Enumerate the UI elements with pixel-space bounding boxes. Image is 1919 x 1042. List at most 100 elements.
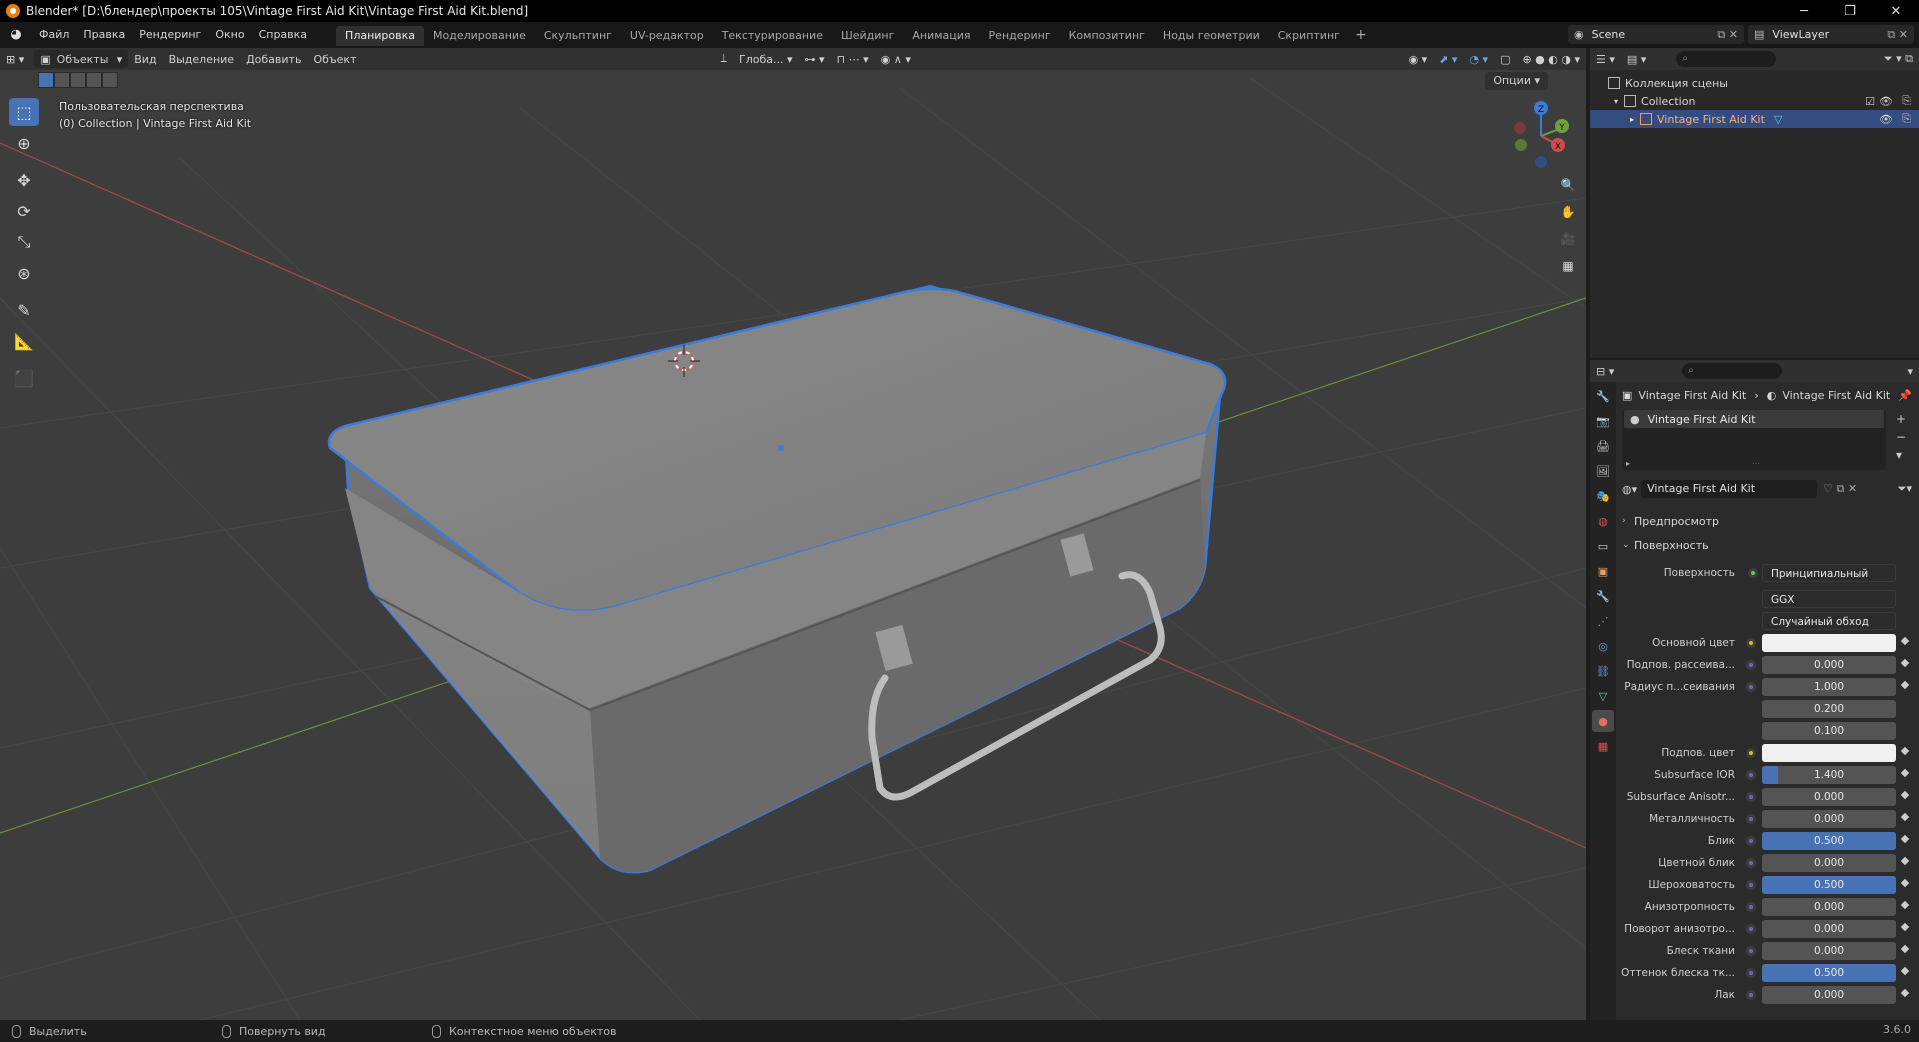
outliner-row-collection[interactable]: ▾ Collection ☑ 👁 ⎘: [1590, 92, 1919, 110]
eye-icon[interactable]: 👁: [1879, 95, 1893, 108]
chevron-right-icon[interactable]: ▸: [1630, 115, 1634, 124]
transform-orientation-dropdown[interactable]: Глоба... ▾: [733, 50, 799, 68]
keyframe-icon[interactable]: [1900, 944, 1910, 954]
socket-icon[interactable]: [1746, 902, 1756, 912]
add-workspace-button[interactable]: +: [1349, 27, 1373, 43]
socket-icon[interactable]: [1746, 814, 1756, 824]
socket-icon[interactable]: [1746, 836, 1756, 846]
keyframe-icon[interactable]: [1900, 680, 1910, 690]
subsurface-method-dropdown[interactable]: Случайный обход: [1762, 612, 1896, 630]
menu-window[interactable]: Окно: [208, 22, 251, 48]
tab-sculpting[interactable]: Скульптинг: [535, 26, 621, 46]
select-box-icon[interactable]: ⬚: [9, 98, 39, 126]
pan-hand-icon[interactable]: ✋: [1557, 201, 1579, 223]
value-slider[interactable]: 1.400: [1762, 766, 1896, 784]
overlay-toggle-icon[interactable]: ◔ ▾: [1463, 50, 1494, 68]
value-slider[interactable]: 0.000: [1762, 942, 1896, 960]
menu-view[interactable]: Вид: [128, 50, 162, 68]
value-slider[interactable]: 0.200: [1762, 700, 1896, 718]
camera-icon[interactable]: ⎘: [1902, 112, 1911, 126]
render-tab-icon[interactable]: 📷: [1592, 410, 1614, 432]
physics-tab-icon[interactable]: ◎: [1592, 635, 1614, 657]
mesh-data-icon[interactable]: ▽: [1774, 113, 1782, 126]
socket-icon[interactable]: [1746, 946, 1756, 956]
snap-icon[interactable]: ⊓ ⋯ ▾: [831, 50, 875, 68]
resize-handle[interactable]: ⋯: [1752, 459, 1760, 468]
object-tab-icon[interactable]: ▣: [1592, 560, 1614, 582]
fake-user-icon[interactable]: ♡ ⧉ ✕: [1823, 482, 1857, 496]
slot-menu-button[interactable]: ▾: [1896, 446, 1906, 464]
socket-icon[interactable]: [1746, 924, 1756, 934]
outliner-editor-icon[interactable]: ☰ ▾: [1596, 53, 1615, 66]
value-slider[interactable]: 0.000: [1762, 898, 1896, 916]
maximize-button[interactable]: ❐: [1827, 0, 1873, 22]
tab-compositing[interactable]: Композитинг: [1060, 26, 1154, 46]
color-swatch[interactable]: [1762, 744, 1896, 762]
add-slot-button[interactable]: +: [1896, 410, 1906, 428]
3d-viewport[interactable]: Z Y X ⊞ ▾ ▣ Объекты ▾ Вид Выделение Доба…: [0, 48, 1586, 1020]
camera-view-icon[interactable]: 🎥: [1557, 228, 1579, 250]
filter-icon[interactable]: ⏷ ▾ ⧉: [1884, 52, 1913, 66]
mode-selector[interactable]: ▣ Объекты ▾: [34, 50, 129, 68]
socket-icon[interactable]: [1746, 682, 1756, 692]
keyframe-icon[interactable]: [1900, 768, 1910, 778]
value-slider[interactable]: 0.000: [1762, 854, 1896, 872]
socket-icon[interactable]: [1746, 858, 1756, 868]
select-intersect-icon[interactable]: [102, 72, 118, 88]
value-slider[interactable]: 0.000: [1762, 788, 1896, 806]
surface-shader-dropdown[interactable]: Принципиальный BSDF: [1762, 564, 1896, 582]
outliner-search-input[interactable]: ⌕: [1676, 51, 1777, 67]
display-mode-icon[interactable]: ▤ ▾: [1627, 53, 1646, 66]
tab-uv-editing[interactable]: UV-редактор: [621, 26, 713, 46]
chevron-down-icon[interactable]: ▾: [1614, 97, 1618, 106]
transform-icon[interactable]: ⊛: [9, 259, 39, 287]
select-new-icon[interactable]: [38, 72, 54, 88]
rotate-icon[interactable]: ⟳: [9, 197, 39, 225]
tab-rendering[interactable]: Рендеринг: [980, 26, 1060, 46]
tab-animation[interactable]: Анимация: [903, 26, 979, 46]
scene-selector[interactable]: ◉ Scene ⧉ ✕: [1568, 25, 1744, 44]
value-slider[interactable]: 0.100: [1762, 722, 1896, 740]
texture-tab-icon[interactable]: ▦: [1592, 735, 1614, 757]
editor-type-button[interactable]: ⊞ ▾: [0, 50, 30, 68]
socket-icon[interactable]: [1746, 968, 1756, 978]
keyframe-icon[interactable]: [1900, 922, 1910, 932]
tab-geometry-nodes[interactable]: Ноды геометрии: [1154, 26, 1269, 46]
eye-icon[interactable]: 👁: [1879, 113, 1893, 126]
outliner-row-first-aid-kit[interactable]: ▸ Vintage First Aid Kit ▽ 👁 ⎘: [1590, 110, 1919, 128]
tab-scripting[interactable]: Скриптинг: [1269, 26, 1349, 46]
socket-icon[interactable]: [1746, 660, 1756, 670]
preview-panel-header[interactable]: › Предпросмотр: [1622, 510, 1912, 532]
visibility-icon[interactable]: ◉ ▾: [1403, 50, 1434, 68]
first-aid-kit-object[interactable]: [327, 284, 1227, 874]
options-dropdown[interactable]: Опции ▾: [1485, 72, 1548, 90]
remove-slot-button[interactable]: −: [1896, 428, 1906, 446]
view-layer-tab-icon[interactable]: 🖼: [1592, 460, 1614, 482]
socket-icon[interactable]: [1746, 748, 1756, 758]
new-scene-icon[interactable]: ⧉ ✕: [1717, 28, 1738, 42]
particles-tab-icon[interactable]: ⋰: [1592, 610, 1614, 632]
xray-toggle-icon[interactable]: ▢: [1494, 50, 1516, 68]
keyframe-icon[interactable]: [1900, 966, 1910, 976]
select-subtract-icon[interactable]: [70, 72, 86, 88]
tab-layout[interactable]: Планировка: [336, 26, 425, 46]
shading-modes-icon[interactable]: ⊕ ● ◐ ◑ ▾: [1516, 50, 1586, 68]
value-slider[interactable]: 0.000: [1762, 810, 1896, 828]
tab-texture-paint[interactable]: Текстурирование: [713, 26, 832, 46]
keyframe-icon[interactable]: [1900, 812, 1910, 822]
cursor-icon[interactable]: ⊕: [9, 129, 39, 157]
value-slider[interactable]: 0.000: [1762, 656, 1896, 674]
keyframe-icon[interactable]: [1900, 900, 1910, 910]
value-slider[interactable]: 0.000: [1762, 986, 1896, 1004]
keyframe-icon[interactable]: [1900, 790, 1910, 800]
value-slider[interactable]: 0.500: [1762, 832, 1896, 850]
socket-icon[interactable]: [1746, 792, 1756, 802]
move-icon[interactable]: ✥: [9, 166, 39, 194]
value-slider[interactable]: 0.500: [1762, 964, 1896, 982]
socket-icon[interactable]: [1746, 990, 1756, 1000]
close-button[interactable]: ✕: [1873, 0, 1919, 22]
zoom-icon[interactable]: 🔍: [1557, 174, 1579, 196]
minimize-button[interactable]: ─: [1781, 0, 1827, 22]
collection-tab-icon[interactable]: ▭: [1592, 535, 1614, 557]
proportional-edit-icon[interactable]: ◉ ∧ ▾: [875, 50, 917, 68]
